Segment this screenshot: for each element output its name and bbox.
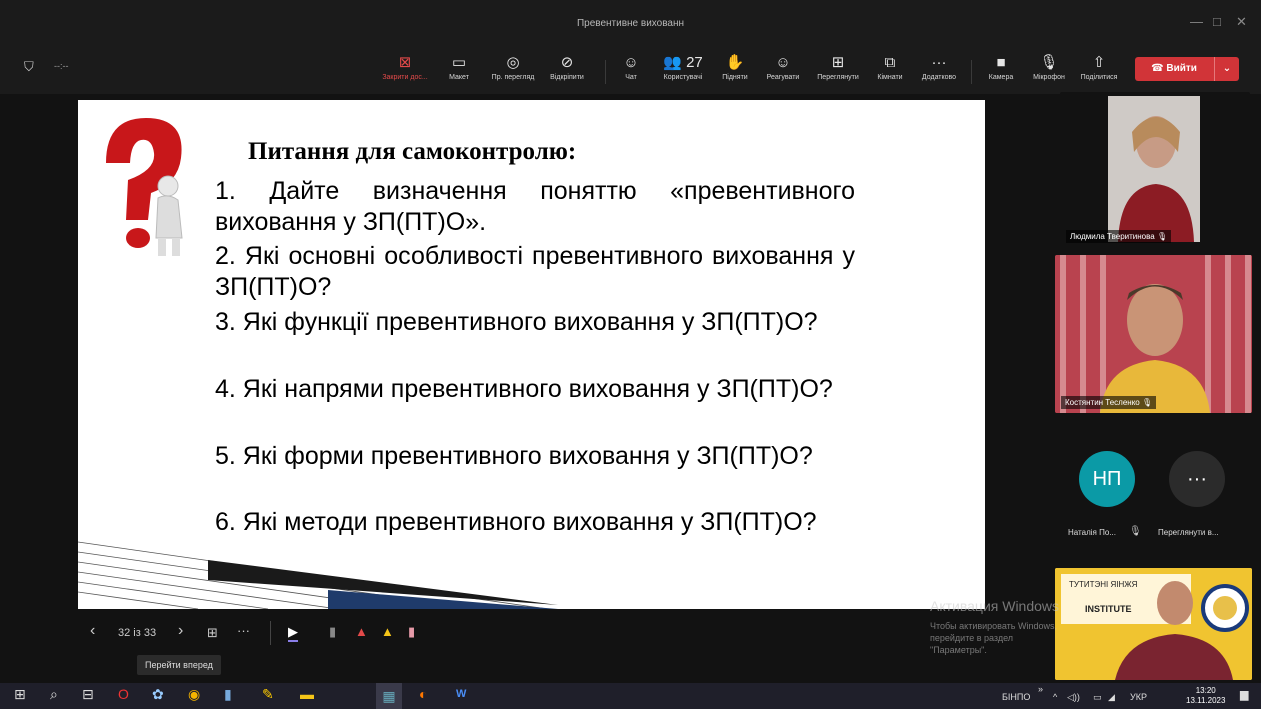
previous-slide-button[interactable]: ‹ <box>90 622 95 640</box>
shield-icon[interactable]: ⛉ <box>24 59 34 75</box>
mic-off-icon: 🎙 <box>1156 232 1168 241</box>
mic-icon: 🎙 <box>1039 54 1059 71</box>
red-pen-icon[interactable]: ▲ <box>355 624 368 639</box>
slides-grid-icon[interactable]: ⊞ <box>207 625 218 641</box>
window-title: Превентивне вихованн <box>576 18 685 29</box>
rooms-icon: ⧉ <box>884 54 896 71</box>
slide-decoration <box>78 540 558 609</box>
chat-button[interactable]: ☺ Чат <box>603 52 659 81</box>
search-icon[interactable]: ⌕ <box>50 686 58 703</box>
highlighter-icon[interactable]: ▲ <box>381 624 394 639</box>
chrome-icon[interactable]: ◉ <box>188 686 200 703</box>
share-button[interactable]: ⇧ Поділитися <box>1071 52 1127 81</box>
avatar[interactable]: НП <box>1079 451 1135 507</box>
teams-icon[interactable]: ▦ <box>376 683 402 709</box>
meeting-timer: --:-- <box>54 61 69 71</box>
firefox-icon[interactable]: ◐ <box>419 686 427 702</box>
eraser-icon[interactable]: ▮ <box>408 624 415 640</box>
participant-video <box>1108 96 1200 242</box>
unpin-button[interactable]: ⊘ Відкріпити <box>539 52 595 81</box>
people-icon: 👥 27 <box>663 54 703 71</box>
tray-label[interactable]: БІНПО <box>1002 692 1030 702</box>
clock[interactable]: 13:20 13.11.2023 <box>1186 686 1225 706</box>
notification-icon[interactable]: ▆ <box>1240 688 1248 701</box>
leave-main[interactable]: ☎ Вийти <box>1135 57 1213 81</box>
participants-button[interactable]: 👥 27 Користувачі <box>655 52 711 81</box>
file-explorer-icon[interactable]: ▬ <box>300 686 314 702</box>
question-item: 2. Які основні особливості превентивного… <box>215 242 855 301</box>
view-more-label: Переглянути в... <box>1158 528 1219 537</box>
laser-pointer-icon[interactable]: ▶ <box>288 624 298 642</box>
chevron-down-icon[interactable]: ⌄ <box>1214 57 1239 81</box>
mic-off-icon: 🎙 <box>1129 526 1142 537</box>
question-item: 3. Які функції превентивного виховання у… <box>215 308 818 336</box>
more-participants-button[interactable]: ··· <box>1169 451 1225 507</box>
smiley-icon: ☺ <box>775 54 791 71</box>
participant-name: Людмила Тверитинова 🎙 <box>1066 230 1172 243</box>
controls-divider <box>270 621 271 645</box>
presenter-view-button[interactable]: ◎ Пр. перегляд <box>485 52 541 81</box>
opera-icon[interactable]: O <box>118 686 129 702</box>
task-view-icon[interactable]: ⊟ <box>82 686 94 703</box>
view-button[interactable]: ⊞ Переглянути <box>810 52 866 81</box>
layout-icon: ▭ <box>451 54 467 71</box>
stop-sharing-button[interactable]: ⊠ Закрити дос... <box>377 52 433 81</box>
participant-video <box>1055 255 1252 413</box>
keyboard-icon[interactable]: ▭ <box>1093 692 1102 703</box>
grid-icon: ⊞ <box>831 54 845 71</box>
next-slide-tooltip: Перейти вперед <box>137 655 221 675</box>
shared-slide: Питання для самоконтролю: 1. Дайте визна… <box>78 100 985 609</box>
notes-icon[interactable]: ▮ <box>224 686 232 703</box>
question-item: 1. Дайте визначення поняттю «превентивно… <box>215 177 855 236</box>
unpin-icon: ⊘ <box>560 54 574 71</box>
question-item: 4. Які напрями превентивного виховання у… <box>215 375 833 403</box>
pen-icon[interactable]: ▮ <box>329 624 336 640</box>
rooms-button[interactable]: ⧉ Кімнати <box>862 52 918 81</box>
chevron-icon[interactable]: » <box>1038 684 1043 694</box>
mic-button[interactable]: 🎙 Мікрофон <box>1021 52 1077 81</box>
participant-video-tile[interactable]: Костянтин Тесленко 🎙 <box>1055 255 1252 413</box>
windows-start-icon[interactable]: ⊞ <box>14 686 26 703</box>
close-button[interactable]: ✕ <box>1236 14 1247 30</box>
eye-icon: ◎ <box>506 54 520 71</box>
activation-watermark-text: Чтобы активировать Windows, перейдите в … <box>930 621 1057 655</box>
layout-button[interactable]: ▭ Макет <box>431 52 487 81</box>
participant-name: Костянтин Тесленко 🎙 <box>1061 396 1157 409</box>
stop-share-icon: ⊠ <box>398 54 412 71</box>
mic-off-icon: 🎙 <box>1142 398 1153 407</box>
phone-icon: ☎ <box>1151 63 1164 74</box>
activation-watermark-title: Активация Windows <box>930 598 1060 614</box>
participant-video-tile[interactable]: Людмила Тверитинова 🎙 <box>1060 92 1250 247</box>
network-icon[interactable]: ◢ <box>1108 692 1115 703</box>
question-item: 5. Які форми превентивного виховання у З… <box>215 442 813 470</box>
slide-more-icon[interactable]: ··· <box>237 623 250 638</box>
word-icon[interactable]: W <box>456 688 466 700</box>
toolbar-divider <box>971 60 972 84</box>
leave-button[interactable]: ☎ Вийти ⌄ <box>1135 57 1239 81</box>
volume-icon[interactable]: ◁)) <box>1067 692 1080 703</box>
language-indicator[interactable]: УКР <box>1130 692 1147 702</box>
chat-icon: ☺ <box>623 54 639 71</box>
app-icon[interactable]: ✿ <box>152 686 164 703</box>
next-slide-button[interactable]: › <box>178 622 183 640</box>
paint-icon[interactable]: ✎ <box>262 686 274 703</box>
more-icon: ··· <box>931 54 947 71</box>
slide-counter: 32 із 33 <box>118 627 157 639</box>
minimize-button[interactable]: — <box>1190 14 1203 29</box>
slide-title: Питання для самоконтролю: <box>248 138 577 165</box>
banner-text: ТУТИТЭНІ ЯІНЖЯ <box>1069 580 1138 589</box>
participant-name: Наталія По... <box>1068 528 1116 537</box>
banner-text: INSTITUTE <box>1085 604 1132 614</box>
share-icon: ⇧ <box>1092 54 1106 71</box>
maximize-button[interactable]: □ <box>1213 14 1221 29</box>
react-button[interactable]: ☺ Реагувати <box>755 52 811 81</box>
question-mark-figure-icon <box>106 118 183 256</box>
more-button[interactable]: ··· Додатково <box>911 52 967 81</box>
participant-video-tile[interactable]: ТУТИТЭНІ ЯІНЖЯ INSTITUTE <box>1055 568 1252 680</box>
tray-overflow-icon[interactable]: ^ <box>1053 692 1057 702</box>
